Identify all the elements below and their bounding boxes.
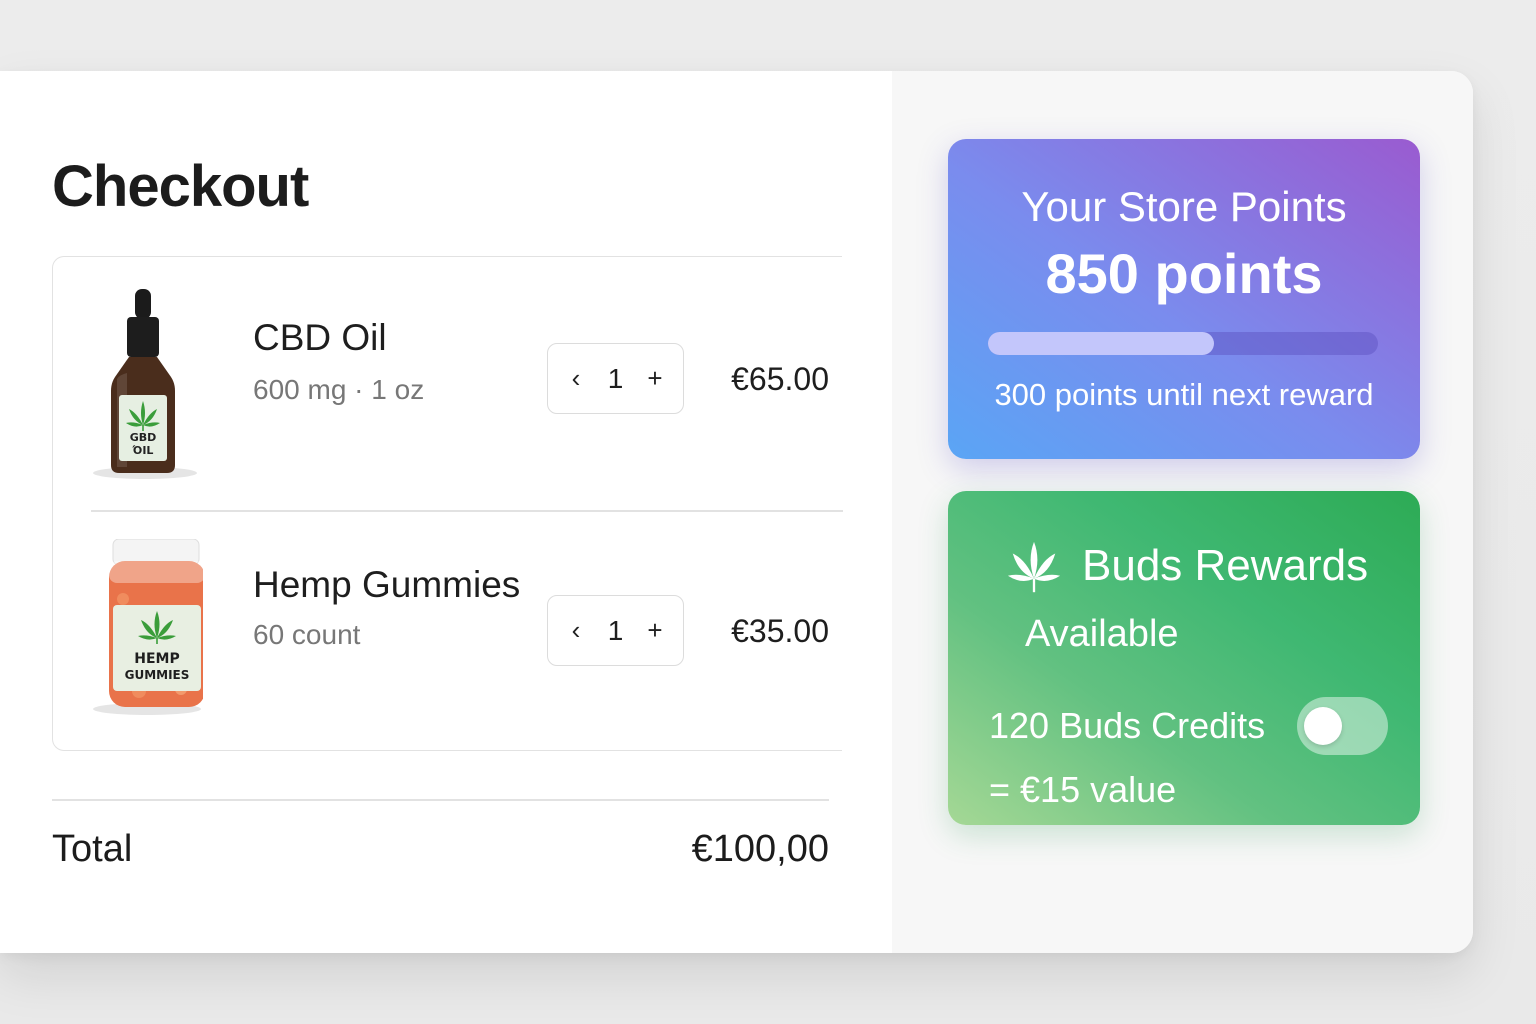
decrement-button[interactable]: ‹ (566, 615, 586, 646)
total-divider (52, 799, 829, 801)
quantity-stepper: ‹ 1 + (547, 343, 684, 414)
quantity-value[interactable]: 1 (608, 363, 624, 395)
buds-status: Available (1025, 613, 1179, 655)
item-name: Hemp Gummies (253, 564, 521, 605)
points-progress-bar (988, 332, 1378, 355)
cannabis-leaf-icon (1007, 541, 1061, 593)
points-caption: 300 points until next reward (994, 377, 1374, 412)
increment-button[interactable]: + (645, 615, 665, 646)
total-value: €100,00 (691, 828, 829, 870)
svg-text:GBD: GBD (130, 431, 157, 444)
buds-credits: 120 Buds Credits = €15 value (989, 694, 1265, 822)
item-price: €65.00 (731, 361, 829, 397)
total-label: Total (52, 828, 133, 870)
cbd-oil-bottle-image: GBD ΌIL (93, 289, 197, 479)
cart-card: GBD ΌIL CBD Oil 600 mg · 1 oz ‹ 1 + €65.… (52, 256, 843, 751)
points-value: 850 points (1045, 242, 1323, 305)
quantity-value[interactable]: 1 (608, 615, 624, 647)
decrement-button[interactable]: ‹ (566, 363, 586, 394)
item-divider (91, 510, 843, 512)
item-description: 600 mg · 1 oz (253, 374, 425, 405)
quantity-stepper: ‹ 1 + (547, 595, 684, 666)
page-title: Checkout (52, 154, 309, 219)
cart-item-hemp-gummies: HEMP GUMMIES Hemp Gummies 60 count ‹ 1 +… (53, 539, 843, 739)
points-progress-fill (988, 332, 1215, 355)
store-points-card: Your Store Points 850 points 300 points … (948, 139, 1420, 459)
apply-credits-toggle[interactable] (1297, 697, 1388, 755)
buds-credits-value: = €15 value (989, 769, 1177, 810)
cart-item-cbd-oil: GBD ΌIL CBD Oil 600 mg · 1 oz ‹ 1 + €65.… (53, 287, 843, 487)
svg-text:ΌIL: ΌIL (132, 444, 154, 457)
buds-credits-amount: 120 Buds Credits (989, 705, 1266, 746)
points-title: Your Store Points (1021, 183, 1347, 230)
increment-button[interactable]: + (645, 363, 665, 394)
item-name: CBD Oil (253, 317, 387, 358)
item-price: €35.00 (731, 613, 829, 649)
svg-text:GUMMIES: GUMMIES (125, 668, 190, 682)
svg-text:HEMP: HEMP (134, 651, 179, 667)
toggle-knob (1304, 707, 1342, 745)
item-description: 60 count (253, 619, 361, 650)
buds-rewards-card: Buds Rewards Available 120 Buds Credits … (948, 491, 1420, 825)
buds-title: Buds Rewards (1082, 541, 1369, 590)
hemp-gummies-jar-image: HEMP GUMMIES (93, 539, 203, 715)
